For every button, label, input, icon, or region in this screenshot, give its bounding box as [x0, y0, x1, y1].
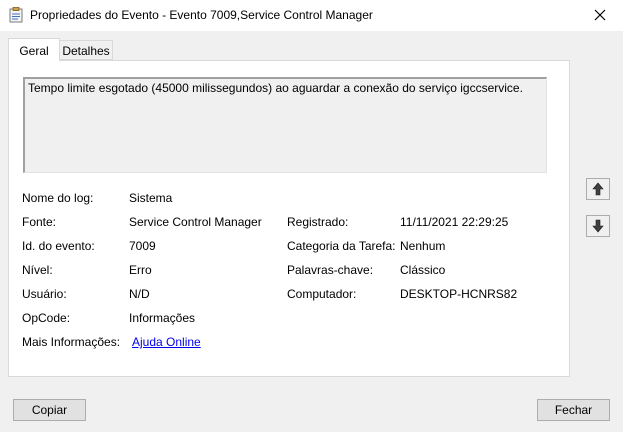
log-name-value: Sistema [129, 191, 173, 205]
user-value: N/D [129, 287, 150, 301]
computer-label: Computador: [287, 287, 357, 301]
source-label: Fonte: [22, 215, 57, 229]
tab-geral[interactable]: Geral [8, 38, 60, 61]
next-event-button[interactable] [586, 215, 610, 237]
arrow-up-icon [592, 182, 604, 196]
opcode-value: Informações [129, 311, 196, 325]
opcode-label: OpCode: [22, 311, 71, 325]
copy-button[interactable]: Copiar [13, 399, 86, 421]
general-panel: Tempo limite esgotado (45000 milissegund… [8, 60, 570, 377]
close-icon [594, 9, 606, 21]
title-bar[interactable]: Propriedades do Evento - Evento 7009,Ser… [0, 0, 623, 31]
event-message-box[interactable]: Tempo limite esgotado (45000 milissegund… [23, 77, 547, 173]
source-value: Service Control Manager [129, 215, 262, 229]
task-category-value: Nenhum [400, 239, 446, 253]
level-label: Nível: [22, 263, 53, 277]
tab-detalhes[interactable]: Detalhes [59, 40, 113, 60]
task-category-label: Categoria da Tarefa: [287, 239, 396, 253]
arrow-down-icon [592, 219, 604, 233]
window-title: Propriedades do Evento - Evento 7009,Ser… [30, 8, 373, 22]
logged-value: 11/11/2021 22:29:25 [400, 215, 509, 229]
more-info-label: Mais Informações: [22, 335, 121, 349]
keywords-value: Clássico [400, 263, 446, 277]
logged-label: Registrado: [287, 215, 349, 229]
event-id-value: 7009 [129, 239, 156, 253]
close-window-button[interactable] [577, 0, 623, 31]
log-name-label: Nome do log: [22, 191, 94, 205]
keywords-label: Palavras-chave: [287, 263, 374, 277]
close-button[interactable]: Fechar [537, 399, 610, 421]
previous-event-button[interactable] [586, 178, 610, 200]
computer-value: DESKTOP-HCNRS82 [400, 287, 518, 301]
level-value: Erro [129, 263, 152, 277]
user-label: Usuário: [22, 287, 67, 301]
event-viewer-icon [9, 7, 23, 23]
online-help-link[interactable]: Ajuda Online [132, 335, 201, 349]
event-id-label: Id. do evento: [22, 239, 95, 253]
